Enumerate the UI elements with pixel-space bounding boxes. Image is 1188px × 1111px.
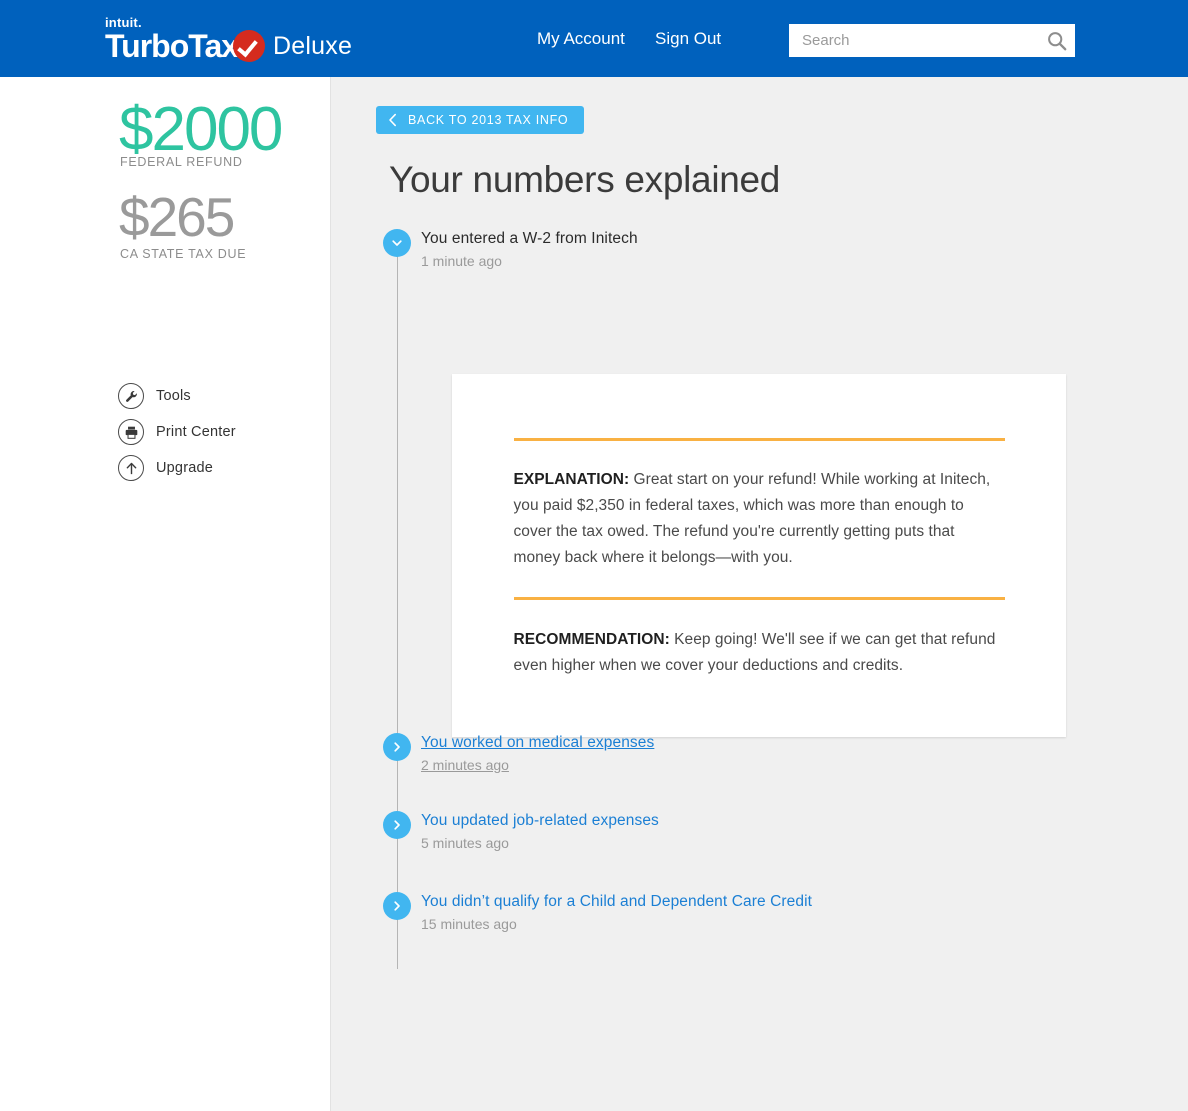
timeline-item-text: You didn’t qualify for a Child and Depen… [421, 892, 812, 934]
turbotax-wordmark: TurboTax [105, 28, 239, 64]
timeline-item-title[interactable]: You didn’t qualify for a Child and Depen… [421, 892, 812, 912]
app-root: intuit. TurboTax Deluxe My Account Sign … [0, 0, 1188, 1111]
timeline-item-title[interactable]: You worked on medical expenses [421, 733, 654, 753]
timeline-item-time: 5 minutes ago [421, 835, 509, 851]
recommendation-block: RECOMMENDATION: Keep going! We'll see if… [514, 627, 1005, 679]
search-box [789, 24, 1075, 57]
printer-icon [118, 419, 144, 445]
timeline-item-time: 2 minutes ago [421, 757, 509, 773]
sidebar-menu: Tools Print Center Upgrade [118, 378, 236, 486]
federal-refund-label: FEDERAL REFUND [120, 155, 243, 169]
federal-refund-amount: $2000 [119, 95, 283, 164]
sidebar-item-label: Upgrade [156, 460, 214, 476]
chevron-down-icon[interactable] [383, 229, 411, 257]
wrench-icon [118, 383, 144, 409]
explanation-card: EXPLANATION: Great start on your refund!… [452, 374, 1066, 737]
sidebar: $2000 FEDERAL REFUND $265 CA STATE TAX D… [0, 77, 331, 1111]
sidebar-item-tools[interactable]: Tools [118, 378, 236, 414]
chevron-left-icon [388, 113, 398, 127]
explanation-block: EXPLANATION: Great start on your refund!… [514, 467, 1005, 571]
timeline-item-title[interactable]: You updated job-related expenses [421, 811, 659, 831]
back-button-label: BACK TO 2013 TAX INFO [408, 113, 569, 127]
page-title: Your numbers explained [389, 159, 781, 200]
turbotax-logo[interactable]: intuit. TurboTax Deluxe [105, 14, 352, 62]
timeline-item-time: 15 minutes ago [421, 916, 517, 932]
search-input[interactable] [789, 24, 1039, 57]
back-to-tax-info-button[interactable]: BACK TO 2013 TAX INFO [376, 106, 585, 134]
nav-sign-out[interactable]: Sign Out [655, 29, 721, 49]
sidebar-item-label: Print Center [156, 424, 236, 440]
sidebar-item-print-center[interactable]: Print Center [118, 414, 236, 450]
recommendation-label: RECOMMENDATION: [513, 631, 670, 648]
search-icon[interactable] [1039, 24, 1075, 57]
timeline-item-text: You worked on medical expenses 2 minutes… [421, 733, 654, 775]
arrow-up-icon [118, 455, 144, 481]
chevron-right-icon[interactable] [383, 811, 411, 839]
timeline-rail [397, 249, 398, 969]
red-check-badge-icon [233, 30, 266, 62]
divider-bottom [513, 597, 1005, 600]
sidebar-item-label: Tools [156, 388, 191, 404]
timeline-item-time: 1 minute ago [421, 253, 502, 269]
chevron-right-icon[interactable] [383, 733, 411, 761]
explanation-label: EXPLANATION: [513, 471, 630, 488]
edition-label: Deluxe [273, 31, 353, 60]
divider-top [513, 438, 1005, 441]
chevron-right-icon[interactable] [383, 892, 411, 920]
timeline-item-title[interactable]: You entered a W-2 from Initech [421, 229, 638, 249]
nav-my-account[interactable]: My Account [537, 29, 625, 49]
main-content: BACK TO 2013 TAX INFO Your numbers expla… [331, 77, 1188, 1111]
state-tax-label: CA STATE TAX DUE [120, 247, 247, 261]
timeline-item-text: You updated job-related expenses 5 minut… [421, 811, 659, 853]
state-tax-amount: $265 [119, 186, 235, 248]
sidebar-item-upgrade[interactable]: Upgrade [118, 450, 236, 486]
top-header: intuit. TurboTax Deluxe My Account Sign … [0, 0, 1188, 77]
timeline-item-text: You entered a W-2 from Initech 1 minute … [421, 229, 638, 271]
